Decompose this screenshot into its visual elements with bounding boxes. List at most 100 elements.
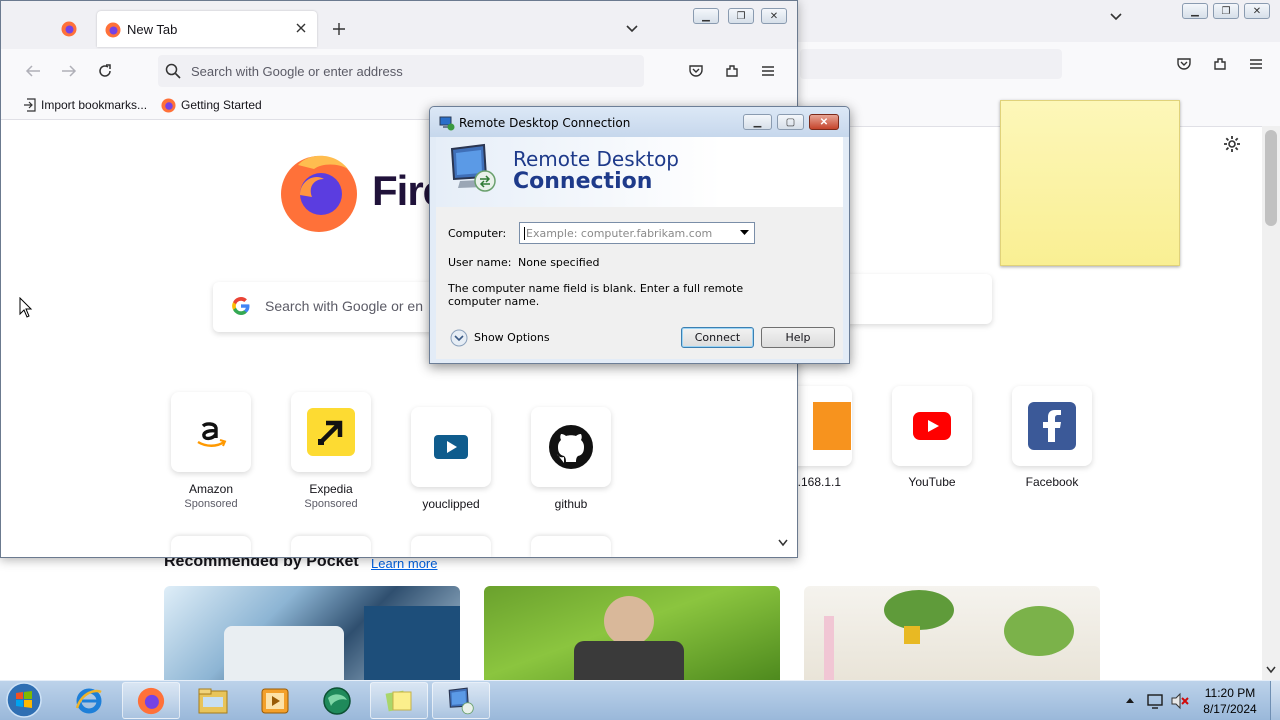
pocket-card-image-plants[interactable] [804, 586, 1100, 680]
media-player-icon [261, 688, 289, 713]
background-extensions-icon[interactable] [1209, 53, 1231, 75]
sticky-note[interactable] [1000, 100, 1180, 266]
shortcut-tile-row2-2[interactable] [291, 536, 371, 557]
rdc-close-button[interactable]: ✕ [809, 114, 839, 130]
taskbar-clock[interactable]: 11:20 PM 8/17/2024 [1192, 685, 1268, 717]
action-center-flag-icon[interactable] [1146, 692, 1164, 710]
tab-close-icon[interactable] [295, 22, 307, 34]
hamburger-menu-icon[interactable] [757, 60, 779, 82]
show-options-label[interactable]: Show Options [474, 331, 550, 344]
remote-desktop-dialog: Remote Desktop Connection ▁ ▢ ✕ Remote D… [429, 106, 850, 364]
computer-combobox[interactable]: Example: computer.fabrikam.com [519, 222, 755, 244]
taskbar-file-explorer[interactable] [184, 682, 242, 719]
combobox-dropdown-arrow-icon[interactable] [740, 230, 749, 236]
mouse-cursor-icon [19, 297, 33, 319]
rdc-title-icon [439, 115, 455, 131]
rdc-body: Computer: Example: computer.fabrikam.com… [436, 207, 843, 359]
shortcut-tile-row2-3[interactable] [411, 536, 491, 557]
background-minimize-button[interactable]: ▁ [1182, 3, 1208, 19]
shortcut-label-youtube: YouTube [908, 475, 956, 489]
taskbar-firefox[interactable] [122, 682, 180, 719]
firefox-taskbar-icon [137, 687, 165, 714]
taskbar-app-globe[interactable] [308, 682, 366, 719]
background-search-box-edge[interactable] [840, 274, 992, 324]
scroll-down-icon[interactable] [778, 539, 788, 547]
reload-icon[interactable] [94, 60, 116, 82]
volume-muted-icon[interactable] [1170, 692, 1190, 710]
taskbar-remote-desktop[interactable] [432, 682, 490, 719]
shortcut-tile-row2-1[interactable] [171, 536, 251, 557]
green-globe-icon [323, 686, 351, 715]
new-tab-plus-icon[interactable] [332, 22, 346, 36]
clock-time: 11:20 PM [1204, 686, 1256, 700]
help-button[interactable]: Help [761, 327, 835, 348]
amazon-icon [197, 422, 227, 447]
taskbar-internet-explorer[interactable] [60, 682, 118, 719]
shortcut-label-expedia: Expedia [309, 482, 353, 496]
background-scrollbar-thumb[interactable] [1265, 130, 1277, 226]
google-icon [231, 296, 251, 316]
internet-explorer-icon [75, 688, 102, 713]
list-all-tabs-icon[interactable] [625, 24, 639, 34]
pocket-learn-more-link[interactable]: Learn more [371, 556, 437, 571]
shortcut-tile-expedia[interactable] [291, 392, 371, 472]
shortcut-label-github: github [554, 497, 588, 511]
shortcut-tile-row2-4[interactable] [531, 536, 611, 557]
shortcut-label-amazon: Amazon [188, 482, 234, 496]
username-label: User name: [448, 256, 512, 269]
background-restore-button[interactable]: ❐ [1213, 3, 1239, 19]
remote-desktop-taskbar-icon [448, 686, 474, 714]
shortcut-tile-amazon[interactable] [171, 392, 251, 472]
rdc-title-bar[interactable]: Remote Desktop Connection ▁ ▢ ✕ [430, 107, 849, 137]
background-menu-icon[interactable] [1245, 53, 1267, 75]
start-button-windows-icon[interactable] [4, 681, 44, 719]
clock-date: 8/17/2024 [1203, 702, 1257, 716]
show-desktop-button[interactable] [1270, 681, 1280, 720]
getting-started-firefox-icon [161, 98, 176, 113]
github-icon [549, 425, 593, 469]
forward-arrow-icon[interactable] [58, 60, 80, 82]
shortcut-tile-youclipped[interactable] [411, 407, 491, 487]
rdc-banner-line2: Connection [513, 169, 653, 194]
extensions-icon[interactable] [721, 60, 743, 82]
pocket-card-image-lawn[interactable] [484, 586, 780, 680]
youclipped-play-icon [434, 435, 468, 459]
rdc-banner-line1: Remote Desktop [513, 147, 680, 171]
shortcut-sponsored-amazon: Sponsored [184, 498, 238, 510]
personalize-gear-icon[interactable] [1222, 134, 1242, 154]
show-hidden-icons-arrow[interactable] [1125, 697, 1135, 705]
tab-new-tab[interactable]: New Tab [97, 11, 317, 47]
background-close-button[interactable]: ✕ [1244, 3, 1270, 19]
computer-label: Computer: [448, 227, 507, 240]
pocket-card-image-bus[interactable] [164, 586, 460, 680]
bookmark-getting-started[interactable]: Getting Started [181, 98, 262, 112]
facebook-icon [1028, 402, 1076, 450]
pinned-tab-firefox-icon[interactable] [61, 21, 77, 37]
show-options-expand-icon[interactable] [450, 329, 468, 347]
minimize-button[interactable]: ▁ [693, 8, 719, 24]
tab-title: New Tab [127, 22, 178, 37]
background-pocket-icon[interactable] [1173, 53, 1195, 75]
shortcut-tile-github[interactable] [531, 407, 611, 487]
back-arrow-icon[interactable] [22, 60, 44, 82]
rdc-maximize-button[interactable]: ▢ [777, 114, 804, 130]
close-button[interactable]: ✕ [761, 8, 787, 24]
rdc-minimize-button[interactable]: ▁ [743, 114, 772, 130]
taskbar-sticky-notes[interactable] [370, 682, 428, 719]
restore-button[interactable]: ❐ [728, 8, 754, 24]
shortcut-tile-facebook[interactable] [1012, 386, 1092, 466]
rdc-banner: Remote Desktop Connection [436, 137, 843, 210]
pocket-icon[interactable] [685, 60, 707, 82]
taskbar-media-player[interactable] [246, 682, 304, 719]
background-scroll-down-icon[interactable] [1266, 666, 1276, 674]
background-list-tabs-icon[interactable] [1109, 12, 1123, 22]
shortcut-label-youclipped: youclipped [422, 497, 480, 511]
import-bookmarks-icon [23, 98, 37, 112]
background-url-bar[interactable] [800, 49, 1062, 79]
shortcut-label-facebook: Facebook [1025, 475, 1079, 489]
url-bar[interactable]: Search with Google or enter address [158, 55, 644, 87]
rdc-computer-icon [448, 143, 498, 193]
bookmark-import[interactable]: Import bookmarks... [41, 98, 147, 112]
connect-button[interactable]: Connect [681, 327, 754, 348]
shortcut-tile-youtube[interactable] [892, 386, 972, 466]
